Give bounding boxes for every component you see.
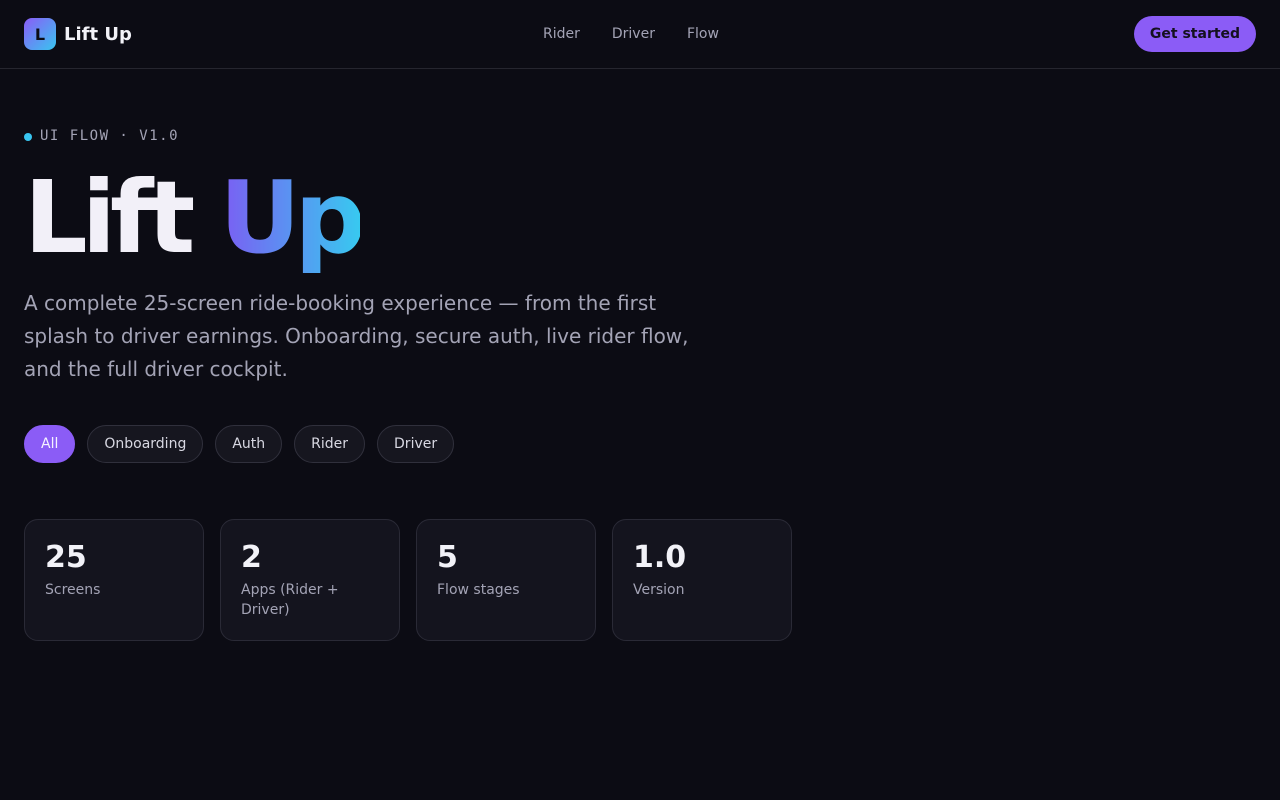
filter-chip-onboarding[interactable]: Onboarding [87,425,204,463]
eyebrow: UI FLOW · V1.0 [24,128,179,144]
logo-icon: L [24,18,56,50]
filter-chip-auth[interactable]: Auth [215,425,283,463]
stat-value: 5 [437,540,458,575]
status-dot-icon [24,133,32,141]
stat-label: Version [633,582,685,598]
nav-link-flow[interactable]: Flow [687,25,719,43]
get-started-button[interactable]: Get started [1134,16,1256,52]
stat-value: 2 [241,540,262,575]
hero-description: A complete 25-screen ride-booking experi… [24,291,689,381]
filter-chip-all[interactable]: All [24,425,76,463]
stat-value: 25 [45,540,87,575]
filter-chip-rider[interactable]: Rider [294,425,366,463]
stat-card-screens: 25 Screens [24,519,204,641]
nav-link-rider[interactable]: Rider [543,25,580,43]
nav-link-driver[interactable]: Driver [612,25,655,43]
hero-title: Lift Up [24,159,366,276]
filter-chips: All Onboarding Auth Rider Driver [24,425,466,463]
brand[interactable]: L Lift Up [24,18,132,50]
stat-value: 1.0 [633,540,687,575]
stat-label: Screens [45,582,101,598]
filter-chip-driver[interactable]: Driver [377,425,455,463]
stat-card-apps: 2 Apps (Rider + Driver) [220,519,400,641]
stat-label: Flow stages [437,582,520,598]
stat-card-flow-stages: 5 Flow stages [416,519,596,641]
brand-name: Lift Up [64,23,132,45]
top-navigation-bar: L Lift Up Rider Driver Flow Get started [0,0,1280,69]
hero-title-part1: Lift [24,159,195,276]
eyebrow-label: UI FLOW · V1.0 [40,128,180,144]
stat-card-version: 1.0 Version [612,519,792,641]
hero-title-part2: Up [219,159,366,276]
stat-label: Apps (Rider + Driver) [241,582,339,618]
stats-row: 25 Screens 2 Apps (Rider + Driver) 5 Flo… [24,519,808,641]
main-nav: Rider Driver Flow [543,25,751,43]
